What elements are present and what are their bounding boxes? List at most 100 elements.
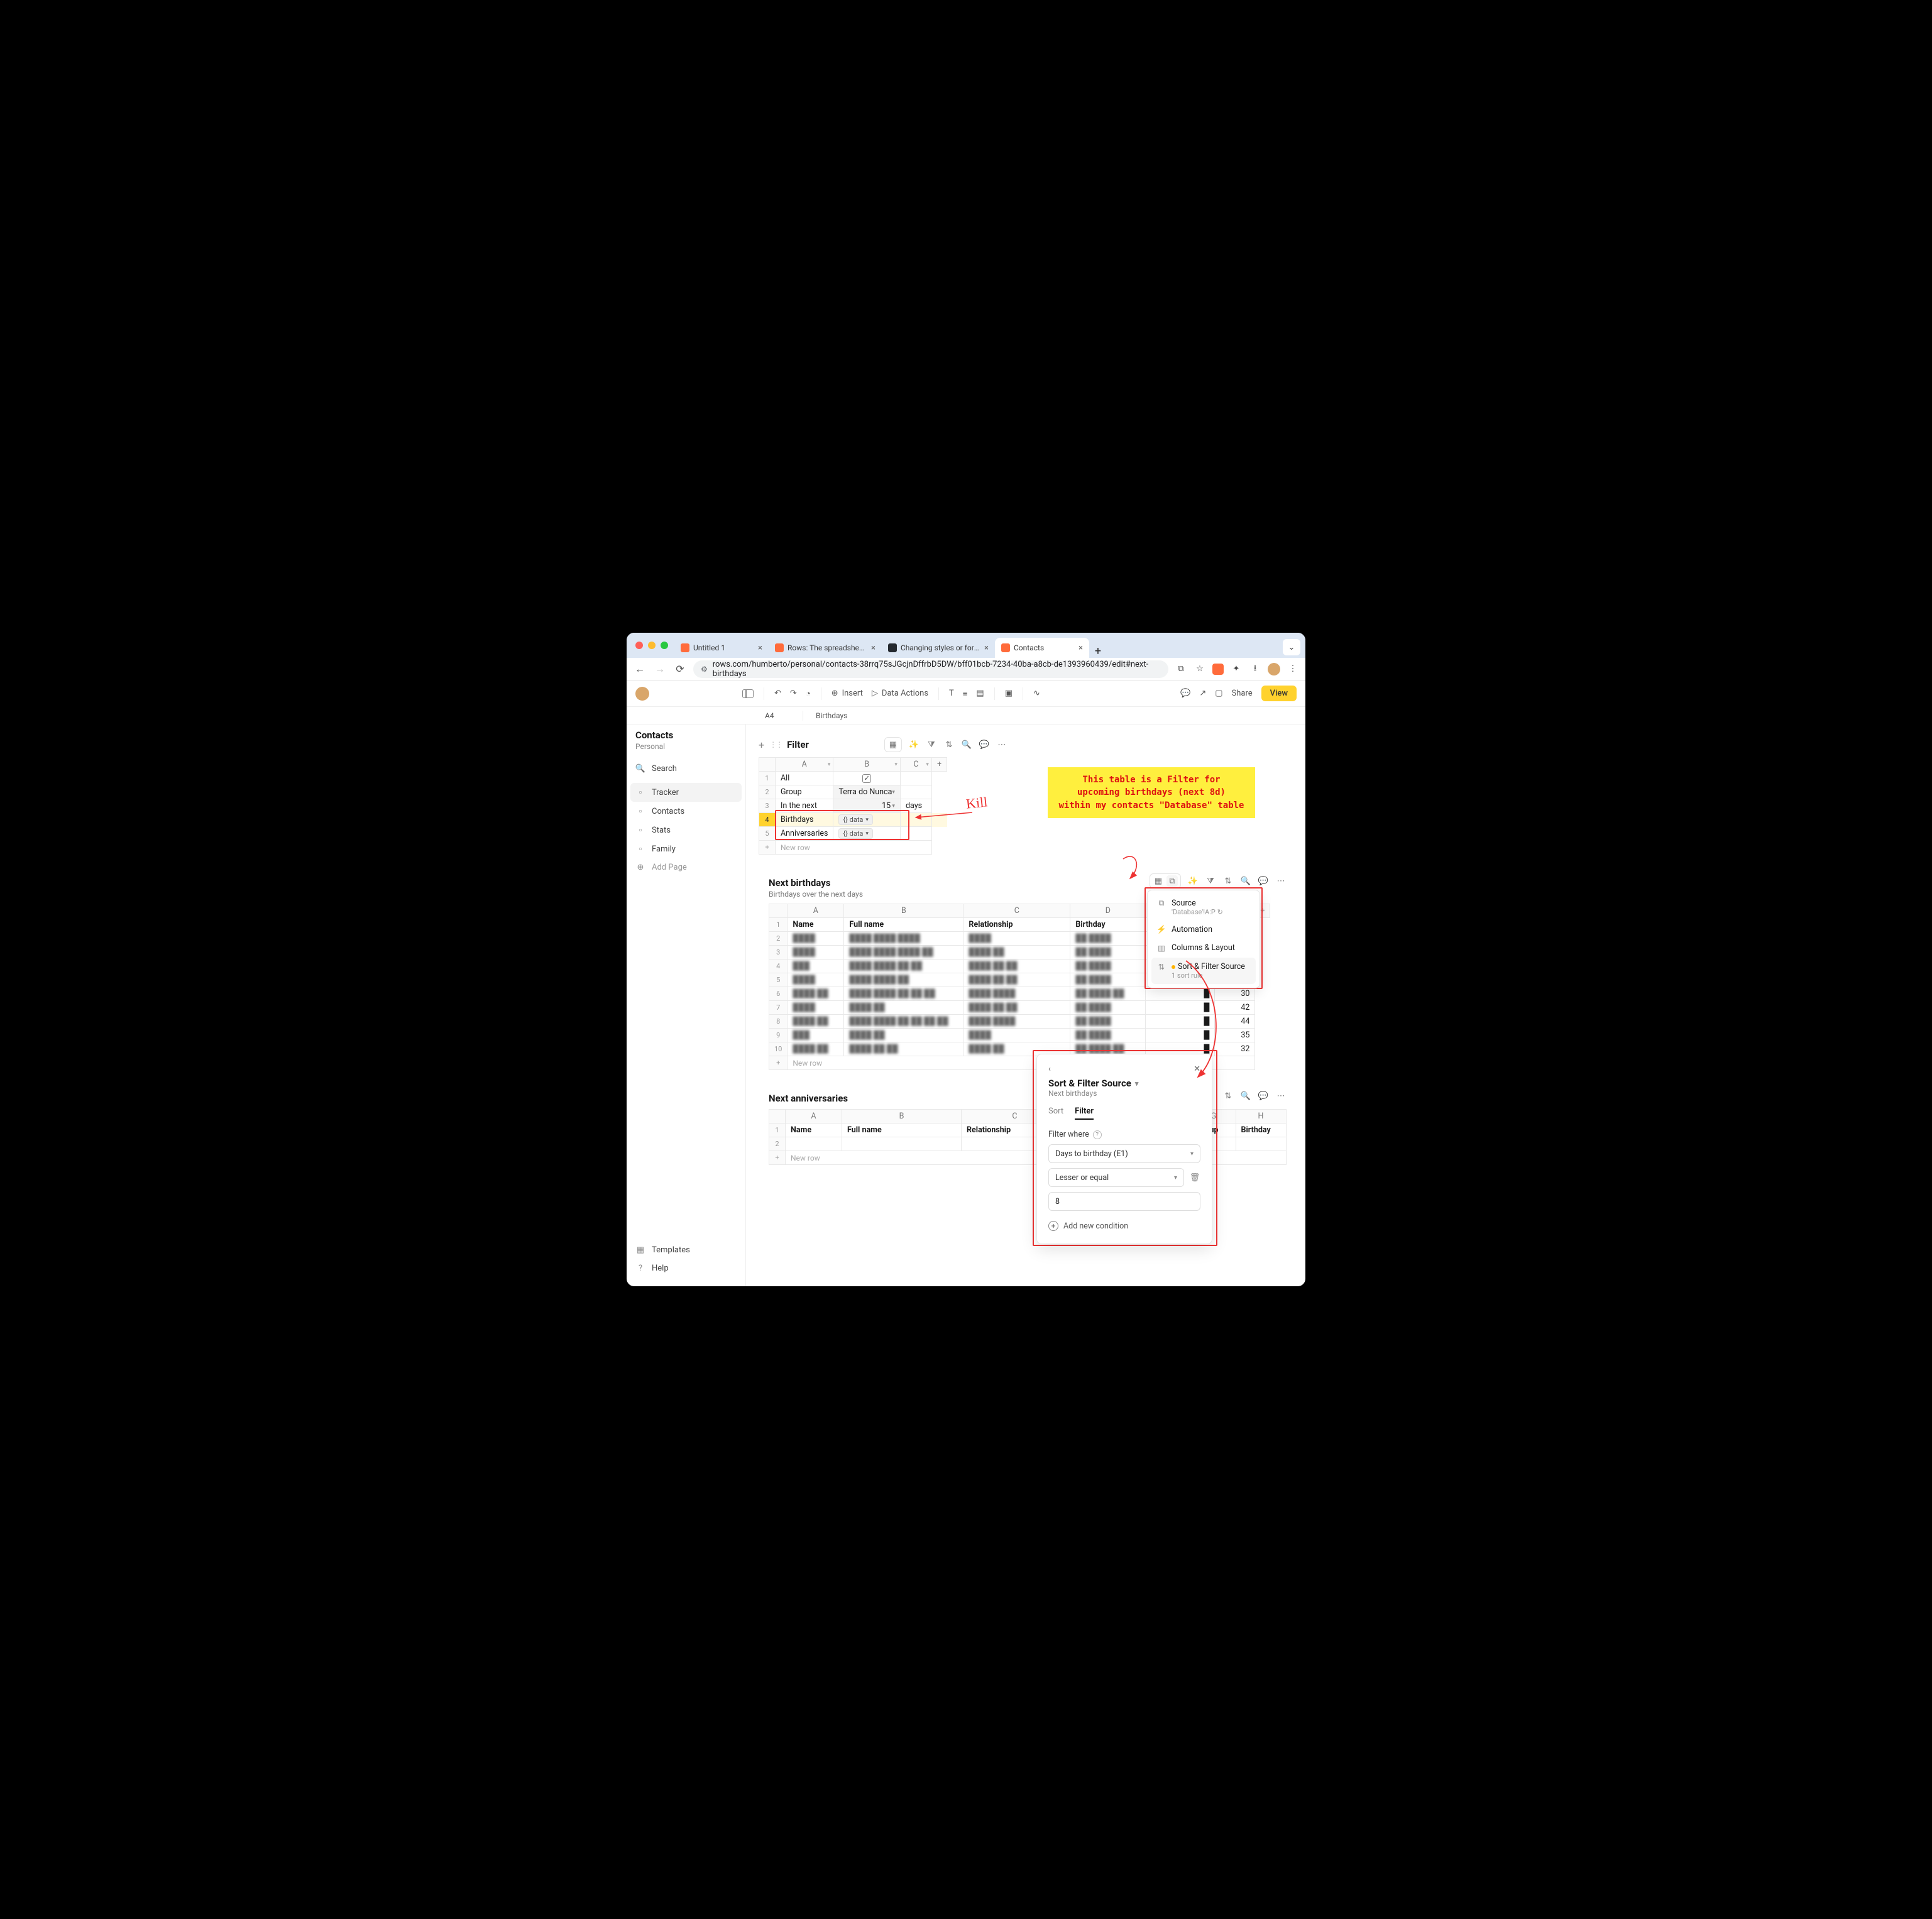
more-icon[interactable]: ⋯ (996, 739, 1007, 750)
workspace-avatar-icon[interactable] (635, 687, 649, 701)
table-row[interactable]: 7████████ ██████ ██ ████ █████42 (769, 1001, 1270, 1015)
embed-icon[interactable]: ▢ (1215, 689, 1222, 698)
table-row[interactable]: 1All (759, 772, 947, 785)
browser-tab[interactable]: Changing styles or formats o × (882, 638, 995, 658)
sort-icon[interactable]: ⇅ (1222, 875, 1234, 887)
new-tab-button[interactable]: + (1089, 645, 1107, 658)
chevron-down-icon[interactable]: ▾ (892, 789, 895, 795)
view-button[interactable]: View (1261, 686, 1297, 701)
ai-icon[interactable]: ✨ (1187, 875, 1199, 887)
tab-sort[interactable]: Sort (1048, 1107, 1063, 1120)
back-icon[interactable]: ‹ (1048, 1064, 1051, 1074)
extensions-icon[interactable]: ✦ (1230, 663, 1243, 675)
search-icon[interactable]: 🔍 (961, 739, 972, 750)
open-external-icon[interactable]: ⧉ (1175, 663, 1187, 675)
search-icon[interactable]: 🔍 (1240, 1090, 1251, 1102)
text-format-icon[interactable]: T (949, 689, 954, 698)
add-condition-button[interactable]: +Add new condition (1048, 1221, 1200, 1231)
bookmark-icon[interactable]: ☆ (1194, 663, 1206, 675)
filter-icon[interactable]: ⧩ (926, 739, 937, 750)
comment-icon[interactable]: 💬 (1258, 1090, 1269, 1102)
comment-icon[interactable]: 💬 (1258, 875, 1269, 887)
sidebar-item-stats[interactable]: ▫Stats (627, 821, 745, 839)
sort-icon[interactable]: ⇅ (943, 739, 955, 750)
back-button[interactable]: ← (633, 663, 647, 675)
filter-icon[interactable]: ⧩ (1205, 875, 1216, 887)
browser-tab[interactable]: Rows: The spreadsheet where × (769, 638, 882, 658)
delete-condition-icon[interactable]: 🗑 (1189, 1173, 1200, 1183)
table-title[interactable]: Filter (787, 739, 809, 750)
add-column-button[interactable]: + (931, 758, 947, 772)
close-icon[interactable]: ✕ (1194, 1064, 1200, 1074)
toggle-sidebar-icon[interactable] (742, 689, 754, 698)
table-row-selected[interactable]: 4Birthdays{} data ▾ (759, 813, 947, 827)
cell-value[interactable]: Birthdays (816, 711, 847, 720)
site-settings-icon[interactable]: ⚙ (701, 665, 708, 674)
table-row[interactable]: 5Anniversaries{} data ▾ (759, 827, 947, 841)
align-icon[interactable]: ≡ (963, 689, 968, 699)
downloads-icon[interactable]: ⭳ (1249, 663, 1261, 675)
menu-item-automation[interactable]: ⚡Automation (1151, 921, 1256, 939)
tab-filter[interactable]: Filter (1075, 1107, 1094, 1120)
image-icon[interactable]: ▣ (1005, 689, 1013, 698)
sidebar-item-contacts[interactable]: ▫Contacts (627, 802, 745, 821)
more-icon[interactable]: ⋯ (1275, 875, 1287, 887)
grid[interactable]: A▾ B▾ C▾ + 1All 2GroupTerra do Nunca▾ 3I… (759, 757, 947, 855)
add-page-button[interactable]: ⊕Add Page (627, 858, 745, 877)
sidebar-item-family[interactable]: ▫Family (627, 839, 745, 858)
help-button[interactable]: ?Help (627, 1259, 745, 1277)
rows-extension-icon[interactable] (1212, 664, 1224, 675)
wrap-icon[interactable]: ▤ (976, 689, 984, 698)
formula-icon[interactable]: ∿ (1033, 689, 1040, 698)
undo-button[interactable]: ↶ (774, 689, 781, 698)
view-grid-icon[interactable]: ▦ (887, 739, 899, 750)
table-row[interactable]: 3In the next15 ▾days (759, 799, 947, 813)
minimize-window-icon[interactable] (648, 642, 656, 649)
table-row[interactable]: 2GroupTerra do Nunca▾ (759, 785, 947, 799)
table-title[interactable]: Next anniversaries (769, 1093, 848, 1104)
forward-button[interactable]: → (653, 663, 667, 675)
sidebar-item-tracker[interactable]: ▫Tracker (630, 783, 742, 802)
redo-button[interactable]: ↷ (790, 689, 797, 698)
templates-button[interactable]: ▦Templates (627, 1241, 745, 1259)
filter-field-select[interactable]: Days to birthday (E1)▾ (1048, 1144, 1200, 1163)
menu-item-columns[interactable]: ▥Columns & Layout (1151, 939, 1256, 958)
address-bar[interactable]: ⚙ rows.com/humberto/personal/contacts-38… (693, 660, 1168, 678)
new-row-button[interactable]: +New row (759, 841, 947, 855)
sort-icon[interactable]: ⇅ (1222, 1090, 1234, 1102)
close-tab-icon[interactable]: × (984, 643, 989, 653)
data-pill[interactable]: {} data ▾ (838, 828, 872, 839)
close-tab-icon[interactable]: × (758, 643, 762, 653)
data-actions-button[interactable]: ▷Data Actions (872, 689, 928, 698)
ai-icon[interactable]: ✨ (908, 739, 919, 750)
data-pill[interactable]: {} data ▾ (838, 814, 872, 825)
profile-avatar-icon[interactable] (1268, 663, 1280, 675)
close-window-icon[interactable] (635, 642, 643, 649)
chevron-down-icon[interactable]: ▾ (926, 762, 929, 768)
tabs-overflow-button[interactable]: ⌄ (1283, 639, 1300, 655)
filter-operator-select[interactable]: Lesser or equal▾ (1048, 1168, 1184, 1187)
table-row[interactable]: 8████ ██████ ████ ██ ██ ██ ██████ ██████… (769, 1015, 1270, 1029)
close-tab-icon[interactable]: × (1079, 643, 1083, 653)
publish-icon[interactable]: ↗ (1199, 689, 1206, 698)
cell-ref[interactable]: A4 (765, 711, 790, 720)
share-button[interactable]: Share (1232, 689, 1253, 698)
table-row[interactable]: 6████ ██████ ████ ██ ██ ██████ ██████ ██… (769, 987, 1270, 1001)
browser-tab[interactable]: Untitled 1 × (674, 638, 769, 658)
search-icon[interactable]: 🔍 (1240, 875, 1251, 887)
maximize-window-icon[interactable] (661, 642, 668, 649)
comments-icon[interactable]: 💬 (1180, 689, 1190, 698)
menu-item-source[interactable]: ⧉Source'Database'!A:P ↻ (1151, 894, 1256, 921)
table-title[interactable]: Next birthdays (769, 877, 863, 888)
filter-value-input[interactable]: 8 (1048, 1192, 1200, 1211)
kebab-menu-icon[interactable]: ⋮ (1287, 663, 1299, 675)
chevron-down-icon[interactable]: ▾ (1135, 1080, 1139, 1088)
insert-button[interactable]: ⊕Insert (832, 689, 863, 698)
history-button[interactable]: ◔ (806, 689, 811, 699)
help-icon[interactable]: ? (1093, 1130, 1102, 1139)
menu-item-sort-filter[interactable]: ⇅Sort & Filter Source1 sort rule (1151, 958, 1256, 984)
reload-button[interactable]: ⟳ (673, 663, 687, 675)
chevron-down-icon[interactable]: ▾ (828, 762, 831, 768)
drag-handle-icon[interactable]: ⋮⋮ (769, 740, 782, 749)
view-source-icon[interactable]: ⧉ (1166, 875, 1178, 887)
